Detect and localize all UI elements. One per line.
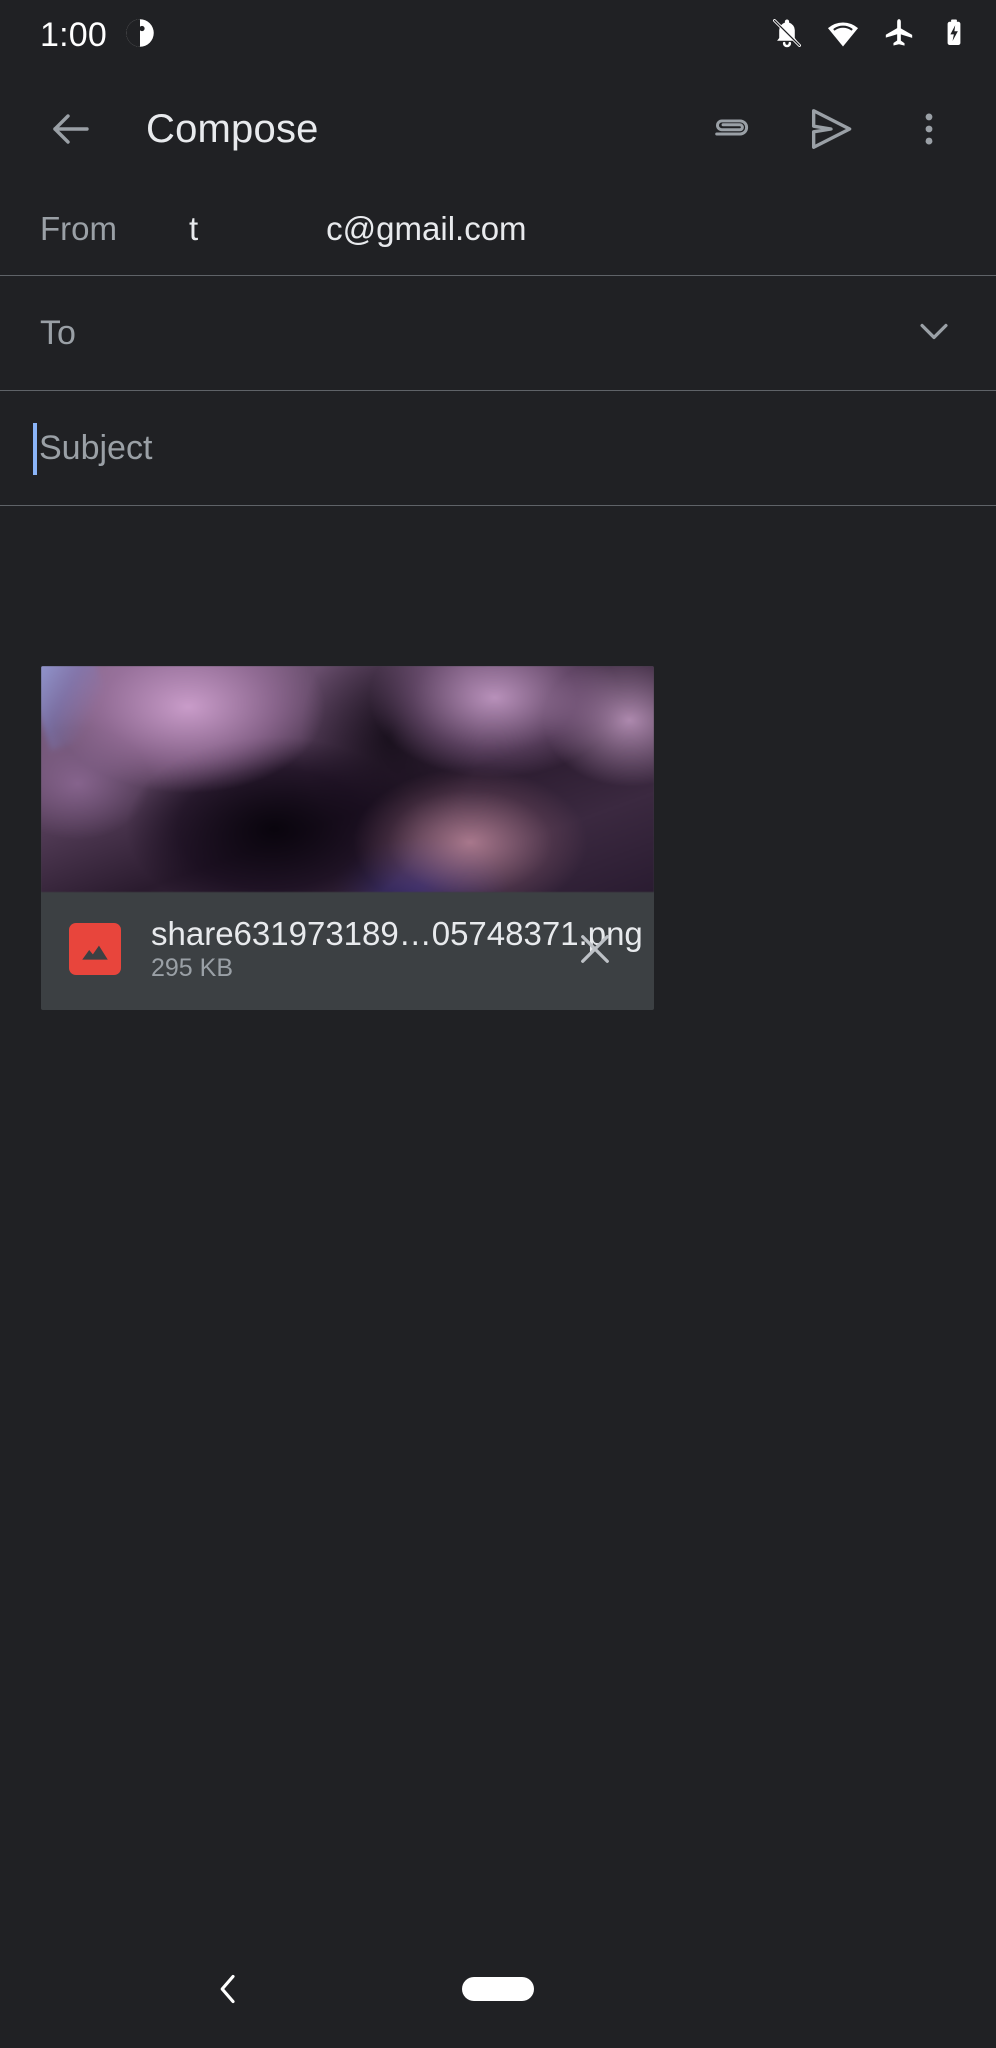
remove-attachment-button[interactable]	[560, 914, 630, 984]
home-gesture-pill[interactable]	[462, 1977, 534, 2001]
more-options-button[interactable]	[892, 92, 966, 166]
system-back-button[interactable]	[196, 1957, 260, 2021]
page-title: Compose	[146, 106, 319, 151]
close-icon	[581, 935, 609, 963]
send-button[interactable]	[794, 92, 868, 166]
compose-body[interactable]: share631973189…05748371.png 295 KB	[0, 506, 996, 1930]
mountain-image-glyph	[82, 945, 108, 960]
chevron-left-icon	[220, 1974, 235, 2004]
app-bar-actions	[696, 92, 966, 166]
notification-badge-icon	[125, 18, 155, 53]
attachment-thumbnail[interactable]	[41, 666, 654, 892]
app-bar: Compose	[0, 70, 996, 188]
to-row[interactable]: To	[0, 276, 996, 391]
image-file-icon	[69, 923, 121, 975]
attachment-meta: share631973189…05748371.png 295 KB	[41, 892, 654, 1010]
back-button[interactable]	[34, 92, 108, 166]
to-input[interactable]: To	[40, 314, 76, 353]
subject-row[interactable]: Subject	[0, 391, 996, 506]
notifications-off-icon	[770, 16, 804, 55]
attach-file-button[interactable]	[696, 92, 770, 166]
from-row[interactable]: From t c@gmail.com	[0, 188, 996, 276]
from-address-suffix: c@gmail.com	[326, 210, 527, 247]
overflow-menu-icon	[925, 113, 933, 145]
status-time: 1:00	[40, 15, 107, 54]
from-address-prefix: t	[189, 210, 199, 247]
battery-charging-icon	[938, 17, 970, 54]
thumbnail-highlight	[41, 666, 118, 751]
paperclip-icon	[715, 119, 749, 136]
from-address: t c@gmail.com	[189, 210, 527, 248]
status-bar-right	[770, 16, 970, 55]
chevron-down-icon	[920, 323, 948, 340]
airplane-mode-icon	[882, 16, 916, 55]
status-bar: 1:00	[0, 0, 996, 70]
expand-recipients-button[interactable]	[912, 309, 956, 358]
send-icon	[811, 109, 852, 149]
status-bar-left: 1:00	[40, 16, 155, 55]
back-arrow-icon	[53, 114, 89, 144]
subject-input[interactable]: Subject	[39, 429, 152, 468]
attachment-card[interactable]: share631973189…05748371.png 295 KB	[41, 666, 654, 1010]
attachment-filesize: 295 KB	[151, 953, 234, 982]
text-cursor	[33, 422, 37, 475]
compose-screen: 1:00 Compose From t c@gmail.com To Subje…	[0, 0, 996, 2048]
from-label: From	[40, 210, 117, 247]
wifi-icon	[826, 16, 860, 55]
attachment-info: share631973189…05748371.png 295 KB	[151, 915, 643, 983]
system-navigation-bar	[0, 1930, 996, 2048]
